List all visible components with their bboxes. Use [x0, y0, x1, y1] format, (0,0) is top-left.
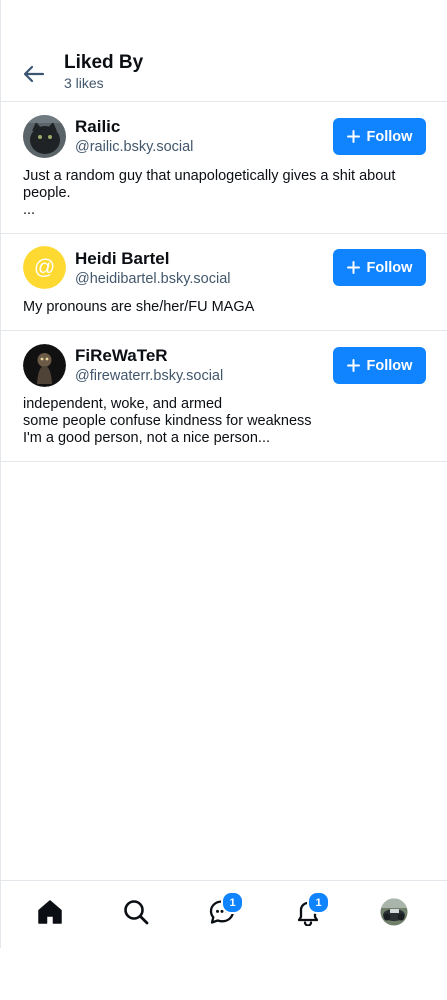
user-name: Heidi Bartel: [75, 249, 170, 268]
page-title: Liked By: [64, 52, 144, 73]
search-icon: [124, 900, 149, 925]
user-handle: @heidibartel.bsky.social: [75, 271, 231, 287]
avatar[interactable]: @: [23, 246, 66, 289]
back-button[interactable]: [21, 61, 47, 87]
bio-line: ...: [23, 202, 36, 218]
bio-line: people.: [23, 185, 71, 201]
tab-search[interactable]: [119, 895, 153, 929]
follow-label: Follow: [366, 128, 413, 145]
arrow-left-icon: [23, 65, 45, 83]
bio-line: independent, woke, and armed: [23, 396, 223, 412]
user-name: FiReWaTeR: [75, 346, 168, 365]
user-bio: My pronouns are she/her/FU MAGA: [23, 299, 433, 316]
notifications-badge: 1: [307, 891, 330, 914]
follow-button[interactable]: Follow: [333, 347, 426, 384]
follow-button[interactable]: Follow: [333, 118, 426, 155]
app-frame: Liked By 3 likes Railic @railic.bsky.soc…: [0, 0, 447, 948]
bio-line: I'm a good person, not a nice person...: [23, 430, 271, 446]
avatar[interactable]: [23, 344, 66, 387]
user-bio: Just a random guy that unapologetically …: [23, 168, 433, 219]
plus-icon: [346, 261, 360, 274]
follow-label: Follow: [366, 259, 413, 276]
tab-notifications[interactable]: 1: [291, 891, 330, 929]
plus-icon: [346, 130, 360, 143]
home-icon: [38, 900, 62, 924]
user-name: Railic: [75, 117, 121, 136]
bio-line: Just a random guy that unapologetically …: [23, 168, 396, 184]
profile-avatar: [380, 898, 408, 926]
avatar[interactable]: [23, 115, 66, 158]
follow-label: Follow: [366, 357, 413, 374]
user-handle: @railic.bsky.social: [75, 139, 194, 155]
tab-home[interactable]: [33, 895, 67, 929]
bottom-tab-bar: 1 1: [1, 880, 447, 948]
bio-line: My pronouns are she/her/FU MAGA: [23, 299, 255, 315]
likes-count: 3 likes: [64, 75, 104, 91]
list-item[interactable]: Railic @railic.bsky.social Follow Just a…: [1, 102, 447, 234]
follow-button[interactable]: Follow: [333, 249, 426, 286]
user-handle: @firewaterr.bsky.social: [75, 368, 224, 384]
chat-badge: 1: [221, 891, 244, 914]
tab-profile[interactable]: [377, 895, 411, 929]
tab-chat[interactable]: 1: [205, 891, 244, 929]
user-bio: independent, woke, and armed some people…: [23, 396, 433, 447]
bio-line: some people confuse kindness for weaknes…: [23, 413, 312, 429]
plus-icon: [346, 359, 360, 372]
list-item[interactable]: @ Heidi Bartel @heidibartel.bsky.social …: [1, 234, 447, 331]
page-header: Liked By 3 likes: [1, 44, 447, 102]
list-item[interactable]: FiReWaTeR @firewaterr.bsky.social Follow…: [1, 331, 447, 462]
svg-text:@: @: [34, 256, 55, 279]
